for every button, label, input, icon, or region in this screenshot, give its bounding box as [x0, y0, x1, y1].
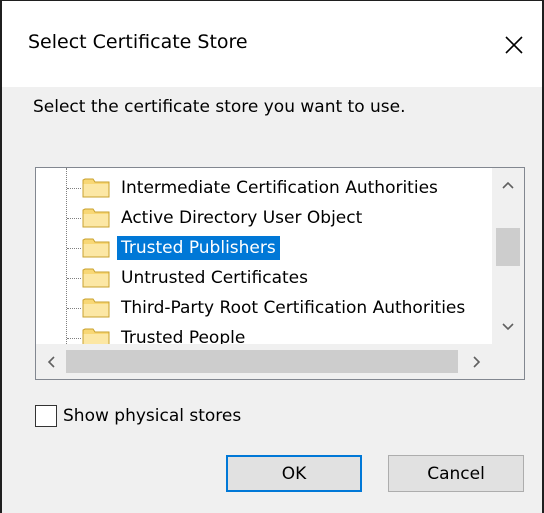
- tree-viewport: Intermediate Certification Authorities A…: [36, 168, 492, 344]
- horizontal-scroll-thumb[interactable]: [66, 350, 458, 373]
- scroll-down-button[interactable]: [492, 310, 524, 344]
- chevron-left-icon: [47, 355, 55, 368]
- tree-connector-line: [67, 278, 81, 279]
- tree-item-selected[interactable]: Trusted Publishers: [36, 233, 492, 263]
- scroll-up-button[interactable]: [492, 168, 524, 202]
- tree-connector-line: [67, 218, 81, 219]
- folder-icon: [82, 178, 110, 198]
- scroll-right-button[interactable]: [462, 344, 492, 379]
- scrollbar-corner: [492, 344, 524, 379]
- folder-icon: [82, 208, 110, 228]
- vertical-scrollbar[interactable]: [492, 168, 524, 344]
- chevron-up-icon: [502, 181, 514, 189]
- title-bar: Select Certificate Store: [2, 1, 542, 87]
- tree-item[interactable]: Trusted People: [36, 323, 492, 344]
- chevron-down-icon: [502, 323, 514, 331]
- tree-item-label: Untrusted Certificates: [121, 268, 308, 288]
- tree-connector-line: [67, 188, 81, 189]
- ok-button[interactable]: OK: [226, 455, 362, 492]
- folder-icon: [82, 238, 110, 258]
- tree-item[interactable]: Active Directory User Object: [36, 203, 492, 233]
- tree-connector-line: [67, 338, 81, 339]
- scroll-left-button[interactable]: [36, 344, 66, 379]
- tree-item-label: Active Directory User Object: [121, 208, 363, 228]
- folder-icon: [82, 268, 110, 288]
- tree-connector-line: [67, 308, 81, 309]
- tree-item-label: Intermediate Certification Authorities: [121, 178, 438, 198]
- folder-icon: [82, 328, 110, 344]
- close-button[interactable]: [486, 17, 542, 73]
- tree-item[interactable]: Third-Party Root Certification Authoriti…: [36, 293, 492, 323]
- folder-icon: [82, 298, 110, 318]
- tree-item-label: Third-Party Root Certification Authoriti…: [121, 298, 466, 318]
- vertical-scroll-thumb[interactable]: [496, 228, 520, 266]
- close-icon: [505, 36, 523, 54]
- show-physical-stores-checkbox[interactable]: [35, 405, 57, 427]
- tree-connector-line: [67, 248, 81, 249]
- certificate-store-tree[interactable]: Intermediate Certification Authorities A…: [35, 167, 525, 380]
- tree-item[interactable]: Untrusted Certificates: [36, 263, 492, 293]
- tree-item-label: Trusted People: [121, 328, 246, 344]
- show-physical-stores-label[interactable]: Show physical stores: [63, 403, 241, 429]
- tree-item-label: Trusted Publishers: [117, 236, 280, 260]
- horizontal-scrollbar[interactable]: [36, 344, 492, 379]
- select-certificate-store-dialog: Select Certificate Store Select the cert…: [0, 0, 544, 513]
- dialog-title: Select Certificate Store: [28, 31, 248, 53]
- cancel-button[interactable]: Cancel: [388, 455, 524, 492]
- chevron-right-icon: [473, 355, 481, 368]
- tree-item[interactable]: Intermediate Certification Authorities: [36, 173, 492, 203]
- instruction-text: Select the certificate store you want to…: [33, 97, 406, 117]
